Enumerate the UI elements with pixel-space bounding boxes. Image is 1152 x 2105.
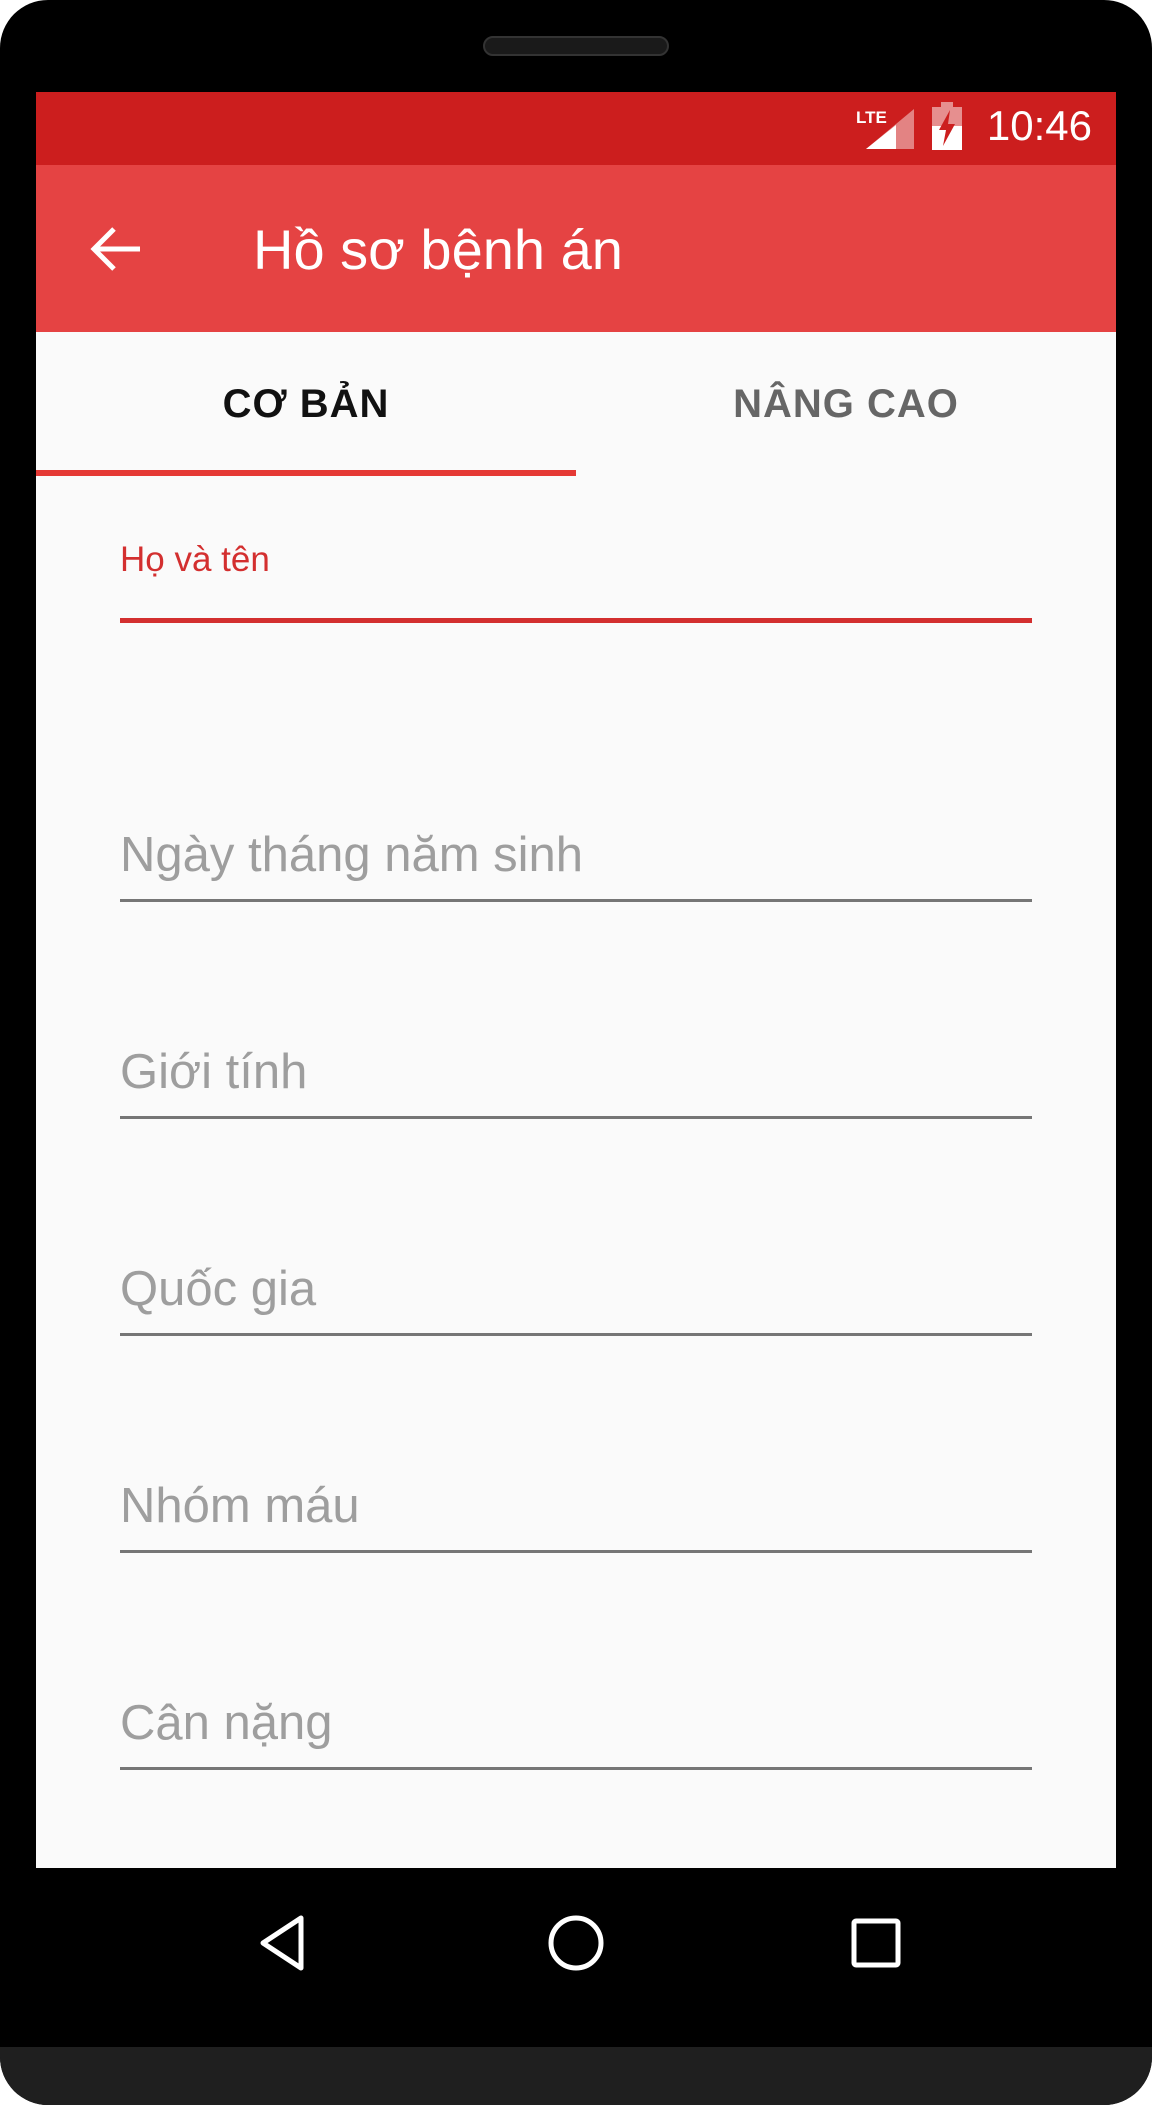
blood-type-field[interactable]: Nhóm máu [120,1478,1032,1562]
battery-charging-icon [932,102,962,150]
arrow-back-icon [90,227,140,271]
country-underline [120,1333,1032,1336]
phone-frame: LTE 10:46 Hồ sơ bệnh án CƠ BẢN NÂNG CAO … [0,0,1152,2105]
tab-bar: CƠ BẢN NÂNG CAO [36,332,1116,476]
full-name-label: Họ và tên [120,540,270,579]
full-name-underline [120,618,1032,623]
blood-type-placeholder: Nhóm máu [120,1479,360,1533]
gender-field[interactable]: Giới tính [120,1044,1032,1128]
home-circle-icon [548,1915,604,1971]
gender-underline [120,1116,1032,1119]
full-name-field[interactable]: Họ và tên [120,540,1032,624]
network-label: LTE [856,108,887,127]
back-button[interactable] [84,217,148,281]
country-placeholder: Quốc gia [120,1262,317,1316]
back-triangle-icon [260,1915,304,1971]
date-of-birth-placeholder: Ngày tháng năm sinh [120,828,584,882]
tab-advanced[interactable]: NÂNG CAO [576,332,1116,476]
tab-basic[interactable]: CƠ BẢN [36,332,576,476]
weight-underline [120,1767,1032,1770]
navigation-bar [36,1868,1116,2015]
country-field[interactable]: Quốc gia [120,1261,1032,1345]
nav-recents-button[interactable] [841,1908,911,1978]
blood-type-underline [120,1550,1032,1553]
weight-placeholder: Cân nặng [120,1696,333,1750]
speaker-grille [483,36,669,56]
nav-back-button[interactable] [249,1908,319,1978]
lte-signal-icon: LTE [856,108,914,149]
page-title: Hồ sơ bệnh án [253,218,623,281]
weight-field[interactable]: Cân nặng [120,1695,1032,1779]
tab-selected-indicator [36,470,576,476]
status-bar: LTE 10:46 [36,92,1116,165]
nav-home-button[interactable] [541,1908,611,1978]
status-time: 10:46 [986,102,1092,149]
date-of-birth-underline [120,899,1032,902]
recents-square-icon [851,1918,901,1968]
app-bar: Hồ sơ bệnh án [36,165,1116,332]
app-screen: LTE 10:46 Hồ sơ bệnh án CƠ BẢN NÂNG CAO … [36,92,1116,1868]
date-of-birth-field[interactable]: Ngày tháng năm sinh [120,827,1032,911]
gender-placeholder: Giới tính [120,1045,308,1099]
